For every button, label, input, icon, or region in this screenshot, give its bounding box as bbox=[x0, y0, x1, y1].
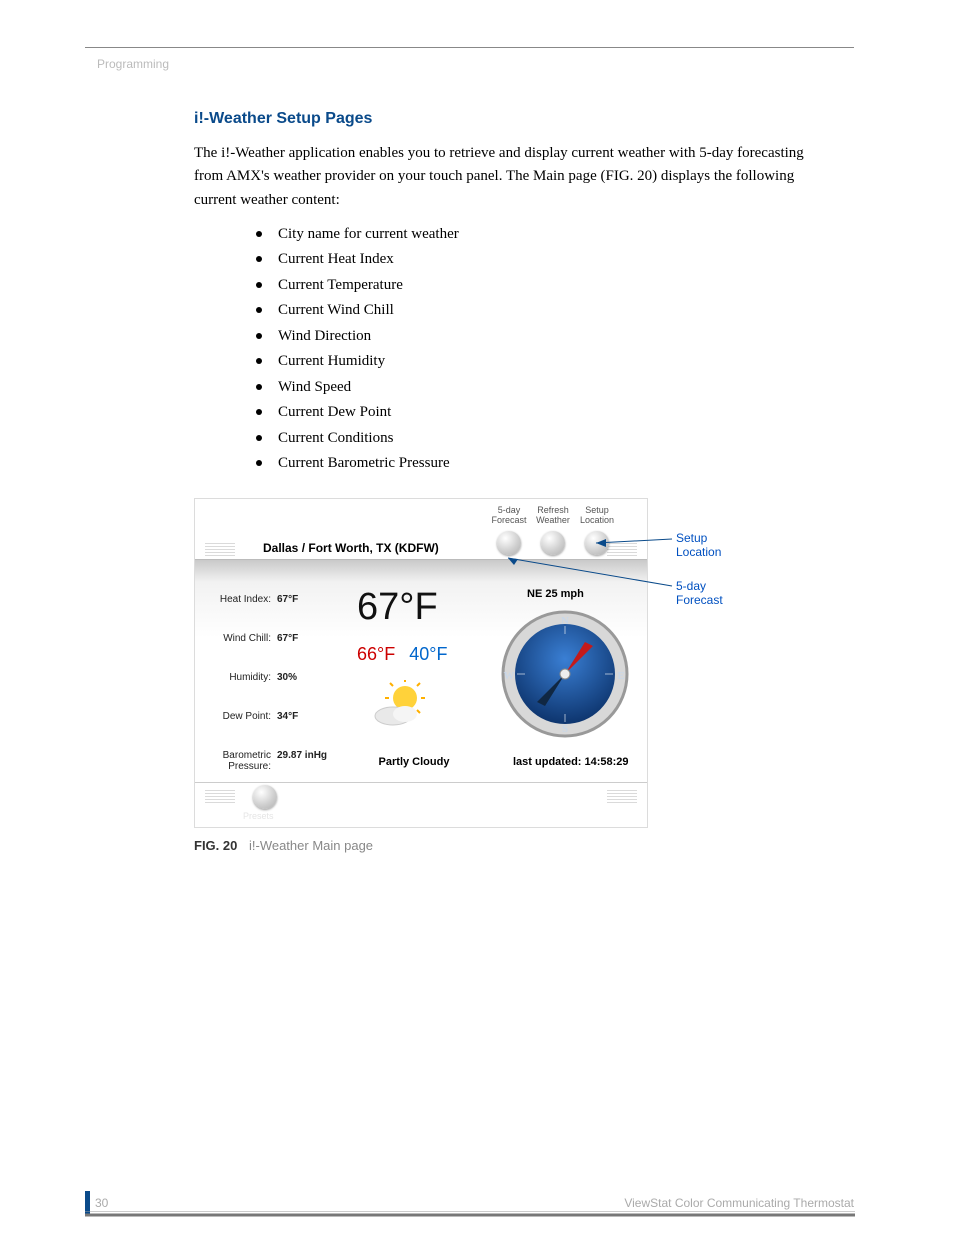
refresh-button[interactable] bbox=[541, 531, 565, 555]
refresh-button-label: Refresh Weather bbox=[531, 506, 575, 526]
section-label: Programming bbox=[97, 57, 169, 71]
callout-five-day: 5-day Forecast bbox=[676, 579, 754, 607]
bullet-item: Current Conditions bbox=[256, 426, 814, 452]
forecast-button[interactable] bbox=[497, 531, 521, 555]
current-condition: Partly Cloudy bbox=[359, 756, 469, 768]
weather-condition-icon bbox=[371, 680, 433, 730]
header-rule bbox=[85, 47, 854, 48]
wind-text: NE 25 mph bbox=[527, 588, 584, 600]
bullet-item: Current Temperature bbox=[256, 273, 814, 299]
dew-point-value: 34°F bbox=[277, 711, 298, 722]
city-name: Dallas / Fort Worth, TX (KDFW) bbox=[263, 541, 439, 555]
content-block: i!-Weather Setup Pages The i!-Weather ap… bbox=[194, 110, 814, 477]
humidity-value: 30% bbox=[277, 672, 297, 683]
barometric-value: 29.87 inHg bbox=[277, 750, 327, 772]
bullet-item: City name for current weather bbox=[256, 222, 814, 248]
dew-point-label: Dew Point: bbox=[209, 711, 271, 722]
stats-column: Heat Index: 67°F Wind Chill: 67°F Humidity… bbox=[209, 594, 327, 800]
bullet-item: Wind Direction bbox=[256, 324, 814, 350]
presets-button[interactable] bbox=[253, 785, 277, 809]
bullet-item: Current Dew Point bbox=[256, 400, 814, 426]
weather-screenshot: Dallas / Fort Worth, TX (KDFW) 5-day For… bbox=[194, 498, 648, 828]
setup-button-label: Setup Location bbox=[575, 506, 619, 526]
wind-chill-value: 67°F bbox=[277, 633, 298, 644]
figure-wrapper: Dallas / Fort Worth, TX (KDFW) 5-day For… bbox=[194, 498, 754, 828]
bullet-list: City name for current weather Current He… bbox=[256, 222, 814, 477]
bullet-item: Current Wind Chill bbox=[256, 298, 814, 324]
barometric-label: Barometric Pressure: bbox=[209, 750, 271, 772]
figure-caption: FIG. 20 i!-Weather Main page bbox=[194, 838, 373, 853]
bullet-item: Wind Speed bbox=[256, 375, 814, 401]
figure-text: i!-Weather Main page bbox=[249, 838, 373, 853]
footer-title: ViewStat Color Communicating Thermostat bbox=[624, 1196, 854, 1210]
grip-icon bbox=[205, 542, 235, 556]
bullet-item: Current Heat Index bbox=[256, 247, 814, 273]
figure-number: FIG. 20 bbox=[194, 838, 237, 853]
svg-text:W: W bbox=[504, 670, 515, 682]
weather-panel: Heat Index: 67°F Wind Chill: 67°F Humidity… bbox=[195, 559, 647, 783]
grip-icon bbox=[607, 542, 637, 556]
presets-label: Presets bbox=[243, 811, 274, 821]
svg-text:N: N bbox=[561, 615, 569, 627]
heat-index-label: Heat Index: bbox=[209, 594, 271, 605]
title-bar: Dallas / Fort Worth, TX (KDFW) 5-day For… bbox=[195, 499, 647, 559]
callout-setup-location: Setup Location bbox=[676, 531, 754, 559]
svg-text:E: E bbox=[617, 670, 624, 682]
forecast-button-label: 5-day Forecast bbox=[487, 506, 531, 526]
page-number: 30 bbox=[95, 1196, 108, 1210]
grip-icon bbox=[205, 789, 235, 803]
current-temperature: 67°F bbox=[357, 586, 438, 629]
footer-rule bbox=[85, 1211, 855, 1217]
hi-lo-temps: 66°F 40°F bbox=[357, 644, 447, 665]
bottom-bar: Presets bbox=[195, 783, 647, 827]
low-temp: 40°F bbox=[409, 644, 447, 664]
setup-location-button[interactable] bbox=[585, 531, 609, 555]
svg-text:S: S bbox=[562, 723, 568, 735]
heat-index-value: 67°F bbox=[277, 594, 298, 605]
bullet-item: Current Humidity bbox=[256, 349, 814, 375]
heading: i!-Weather Setup Pages bbox=[194, 110, 814, 128]
bullet-item: Current Barometric Pressure bbox=[256, 451, 814, 477]
high-temp: 66°F bbox=[357, 644, 395, 664]
intro-paragraph: The i!-Weather application enables you t… bbox=[194, 142, 814, 212]
compass-icon: N S W E bbox=[495, 604, 635, 744]
grip-icon bbox=[607, 789, 637, 803]
wind-chill-label: Wind Chill: bbox=[209, 633, 271, 644]
last-updated: last updated: 14:58:29 bbox=[513, 756, 629, 768]
humidity-label: Humidity: bbox=[209, 672, 271, 683]
